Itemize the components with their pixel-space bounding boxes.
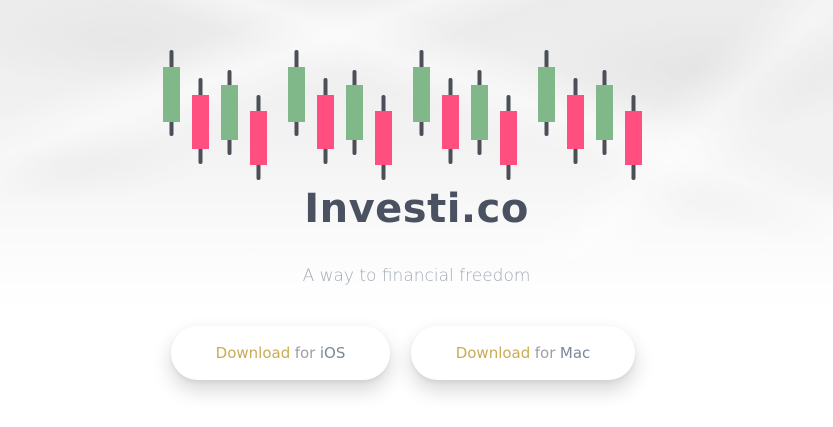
candle-up-body (538, 67, 555, 122)
download-mac-word-platform: Mac (559, 344, 591, 362)
candle-up-body (221, 85, 238, 140)
candle-down-body (250, 111, 267, 165)
candle-down-body (192, 95, 209, 149)
download-ios-word-download: Download (215, 344, 291, 362)
candle-up-body (596, 85, 613, 140)
candle-up-body (471, 85, 488, 140)
candle-down-body (317, 95, 334, 149)
candle-down-body (442, 95, 459, 149)
candle-down-body (567, 95, 584, 149)
candle-up-body (288, 67, 305, 122)
candle-down-body (500, 111, 517, 165)
download-ios-button[interactable]: Download for iOS (171, 326, 390, 380)
download-mac-button[interactable]: Download for Mac (411, 326, 635, 380)
candle-up-body (413, 67, 430, 122)
download-mac-word-download: Download (455, 344, 531, 362)
hero-section: Investi.co A way to financial freedom Do… (0, 0, 833, 427)
download-ios-word-platform: iOS (319, 344, 346, 362)
download-mac-word-for: for (534, 344, 556, 362)
candle-down-body (625, 111, 642, 165)
download-ios-word-for: for (294, 344, 316, 362)
candle-down-body (375, 111, 392, 165)
tagline: A way to financial freedom (302, 266, 531, 286)
candlestick-logo-icon (163, 50, 642, 180)
candle-up-body (346, 85, 363, 140)
brand-title: Investi.co (304, 186, 529, 232)
candle-up-body (163, 67, 180, 122)
